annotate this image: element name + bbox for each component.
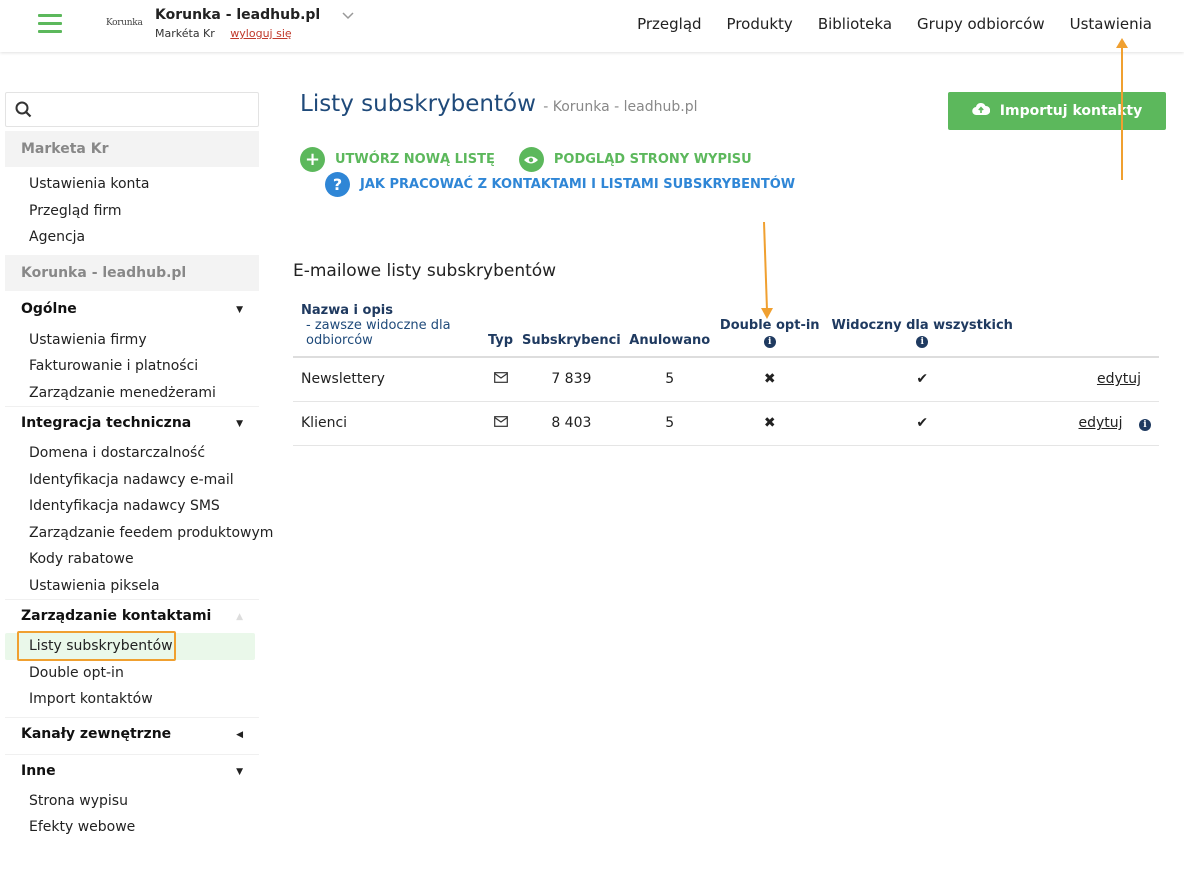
nav-settings[interactable]: Ustawienia [1070,15,1152,33]
page-subtitle: - Korunka - leadhub.pl [543,99,698,115]
section-other[interactable]: Inne ▼ [5,753,259,788]
annotation-arrow-up [1116,38,1128,180]
sidebar-item-sms-sender[interactable]: Identyfikacja nadawcy SMS [5,493,259,520]
sidebar-item-managers[interactable]: Zarządzanie menedżerami [5,380,259,407]
create-list-link[interactable]: + UTWÓRZ NOWĄ LISTĘ [300,147,495,172]
section-tech-title: Integracja techniczna [21,415,192,431]
eye-icon [518,147,544,172]
page-title: Listy subskrybentów - Korunka - leadhub.… [300,91,697,117]
sidebar-item-unsubscribe-page[interactable]: Strona wypisu [5,788,259,815]
col-cancelled: Anulowano [624,303,715,358]
highlight-box [17,631,176,661]
search-input[interactable] [40,99,250,121]
col-visible-label: Widoczny dla wszystkich [831,318,1013,333]
sidebar-item-account-settings[interactable]: Ustawienia konta [5,171,259,198]
col-name-desc: - zawsze widoczne dla odbiorców [306,318,451,348]
sidebar-item-domain[interactable]: Domena i dostarczalność [5,440,259,467]
account-name[interactable]: Korunka - leadhub.pl [155,7,320,23]
check-icon: ✔ [824,357,1020,402]
sidebar-item-product-feed[interactable]: Zarządzanie feedem produktowym [5,520,273,547]
nav-products[interactable]: Produkty [727,15,793,33]
list-name: Klienci [293,401,483,446]
section-external-channels[interactable]: Kanały zewnętrzne ◀ [5,716,259,751]
search-icon [15,101,32,122]
caret-left-icon: ◀ [236,729,243,740]
envelope-icon [483,357,518,402]
list-name: Newslettery [293,357,483,402]
edit-link[interactable]: edytuj [1097,371,1141,387]
user-group-header: Marketa Kr [5,131,259,167]
top-header: Korunka Korunka - leadhub.pl Markéta Kr … [0,0,1184,52]
preview-unsubscribe-link[interactable]: PODGLĄD STRONY WYPISU [518,147,752,172]
section-external-title: Kanały zewnętrzne [21,725,172,742]
section-tech-integration[interactable]: Integracja techniczna ▼ [5,406,259,440]
user-name: Markéta Kr [155,27,215,40]
table-row: Klienci 8 403 5 ✖ ✔ edytuj i [293,401,1159,446]
create-list-label: UTWÓRZ NOWĄ LISTĘ [335,152,495,167]
sidebar: Marketa Kr Ustawienia konta Przegląd fir… [5,92,273,841]
section-general[interactable]: Ogólne ▼ [5,293,259,327]
sidebar-item-email-sender[interactable]: Identyfikacja nadawcy e-mail [5,467,259,494]
sidebar-item-company-settings[interactable]: Ustawienia firmy [5,327,259,354]
help-label: JAK PRACOWAĆ Z KONTAKTAMI I LISTAMI SUBS… [360,177,796,192]
cloud-upload-icon [972,102,991,120]
search-box [5,92,259,127]
company-group-header: Korunka - leadhub.pl [5,254,259,291]
subscribers-count: 8 403 [518,401,625,446]
section-contacts-title: Zarządzanie kontaktami [21,608,212,624]
nav-audience-groups[interactable]: Grupy odbiorców [917,15,1045,33]
col-subscribers: Subskrybenci [518,303,625,358]
sidebar-item-discount-codes[interactable]: Kody rabatowe [5,546,259,573]
preview-label: PODGLĄD STRONY WYPISU [553,152,752,167]
caret-down-icon: ▼ [236,419,243,429]
table-row: Newslettery 7 839 5 ✖ ✔ edytuj [293,357,1159,402]
caret-down-icon: ▼ [236,766,243,777]
menu-icon[interactable] [38,14,62,34]
col-actions [1019,303,1159,358]
top-nav: Przegląd Produkty Biblioteka Grupy odbio… [637,15,1152,33]
caret-down-icon: ▼ [236,304,243,315]
cancelled-count: 5 [624,401,715,446]
sidebar-item-double-optin[interactable]: Double opt-in [5,660,259,687]
info-icon[interactable]: i [916,336,929,348]
envelope-icon [483,401,518,446]
annotation-arrow-down [761,222,773,319]
sidebar-item-agency[interactable]: Agencja [5,224,259,251]
subscribers-count: 7 839 [518,357,625,402]
cross-icon: ✖ [714,401,825,446]
col-name: Nazwa i opis - zawsze widoczne dla odbio… [293,303,483,358]
nav-library[interactable]: Biblioteka [818,15,892,33]
sidebar-item-web-effects[interactable]: Efekty webowe [5,814,259,841]
col-visible: Widoczny dla wszystkich i [824,303,1020,358]
company-logo: Korunka [106,18,143,28]
cancelled-count: 5 [624,357,715,402]
sidebar-item-billing[interactable]: Fakturowanie i platności [5,353,259,380]
section-other-title: Inne [21,762,56,779]
nav-overview[interactable]: Przegląd [637,15,701,33]
section-contacts[interactable]: Zarządzanie kontaktami ▲ [5,599,259,633]
check-icon: ✔ [824,401,1020,446]
page-title-text: Listy subskrybentów [300,91,536,117]
logout-link[interactable]: wyloguj się [230,27,291,40]
sidebar-item-pixel[interactable]: Ustawienia piksela [5,573,259,600]
col-type: Typ [483,303,518,358]
chevron-down-icon[interactable] [342,10,354,23]
caret-up-icon: ▲ [236,612,243,622]
question-icon: ? [325,172,350,197]
help-link[interactable]: ? JAK PRACOWAĆ Z KONTAKTAMI I LISTAMI SU… [325,172,795,197]
sidebar-item-companies[interactable]: Przegląd firm [5,198,259,225]
subscriber-lists-table: Nazwa i opis - zawsze widoczne dla odbio… [293,303,1159,446]
col-name-label: Nazwa i opis [301,303,393,318]
plus-icon: + [300,147,325,172]
section-title: E-mailowe listy subskrybentów [293,261,557,281]
edit-link[interactable]: edytuj [1079,415,1123,431]
sidebar-item-import[interactable]: Import kontaktów [5,686,259,713]
info-icon[interactable]: i [763,336,776,348]
section-general-title: Ogólne [21,300,77,317]
cross-icon: ✖ [714,357,825,402]
account-switcher[interactable]: Korunka - leadhub.pl Markéta Kr wyloguj … [155,7,320,40]
info-icon[interactable]: i [1139,419,1151,431]
sidebar-item-subscriber-lists[interactable]: Listy subskrybentów [5,631,255,661]
